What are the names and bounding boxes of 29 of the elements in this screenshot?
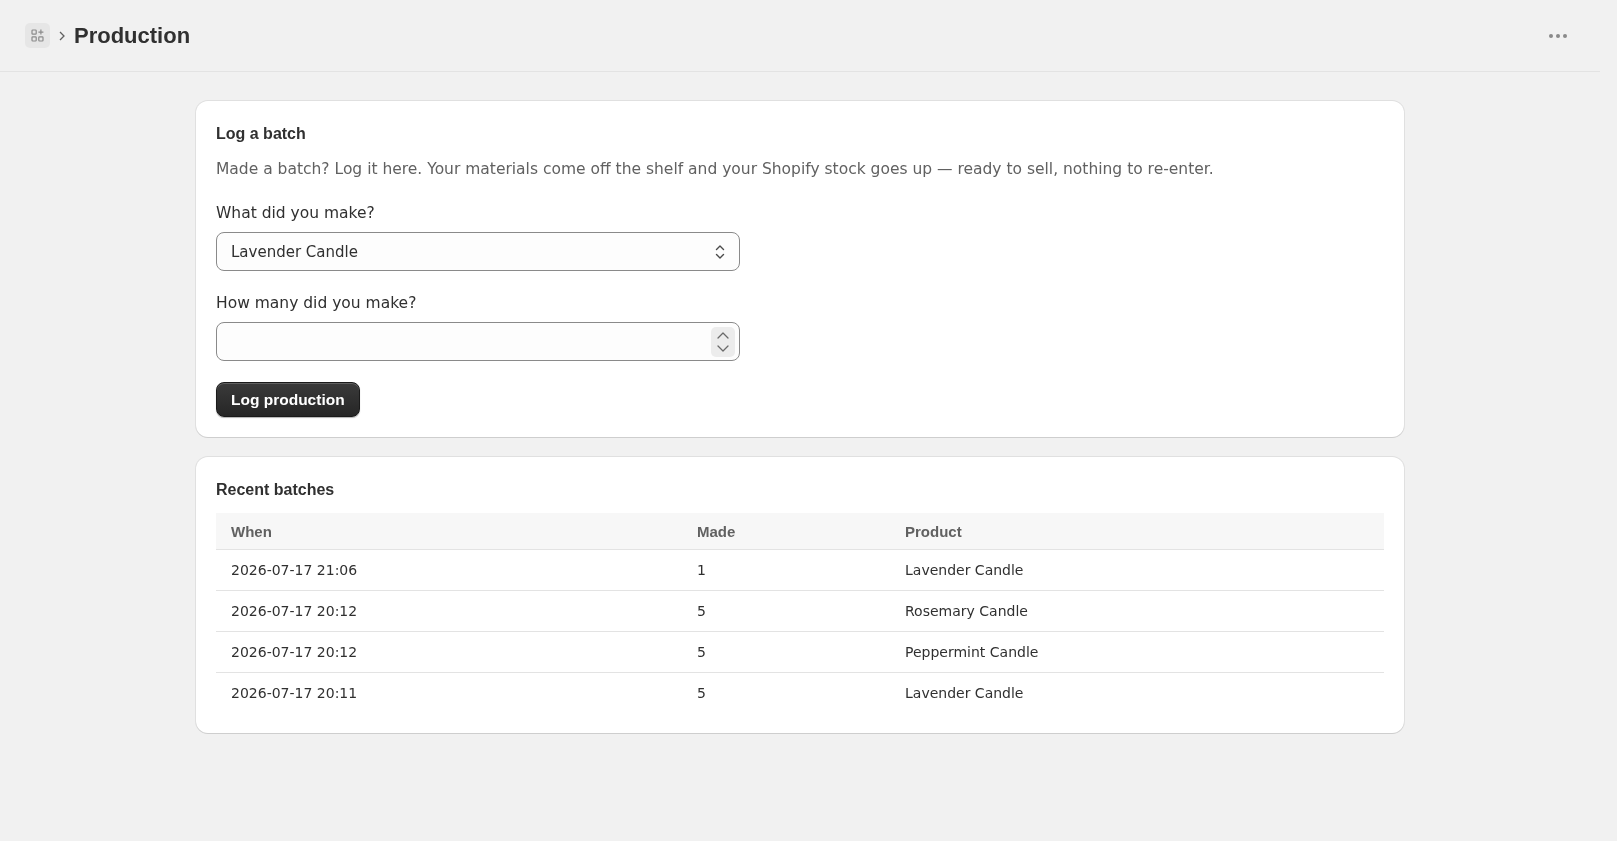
table-cell-text: Peppermint Candle	[904, 644, 1040, 660]
table-cell-text: Lavender Candle	[904, 562, 1025, 578]
card-description: Made a batch? Log it here. Your materials come off the shelf and your Shopify stock goes up — ready to sell, nothing to re-enter.	[216, 159, 1215, 180]
chevron-updown-icon	[715, 243, 725, 260]
field-label: How many did you make?	[216, 293, 418, 314]
column-header: When	[230, 522, 273, 540]
more-icon[interactable]	[1549, 33, 1567, 38]
select-field[interactable]: Lavender Candle	[216, 232, 740, 271]
table-cell-text: 5	[696, 644, 707, 660]
table-cell-text: 2026-07-17 21:06	[230, 562, 359, 578]
column-header: Made	[696, 522, 737, 540]
table-cell-text: 2026-07-17 20:12	[230, 603, 359, 619]
page-title: Production	[74, 21, 191, 50]
stepper-icon[interactable]	[711, 326, 735, 357]
number-input-field[interactable]	[216, 322, 740, 361]
table-cell-text: Lavender Candle	[904, 685, 1025, 701]
table-cell-text: 2026-07-17 20:11	[230, 685, 359, 701]
card-title: Recent batches	[216, 480, 336, 500]
grid-plus-icon[interactable]	[25, 23, 50, 48]
table-cell-text: 1	[696, 562, 707, 578]
field-label: What did you make?	[216, 203, 376, 224]
table-cell-text: 5	[696, 685, 707, 701]
log-production-button[interactable]: Log production	[216, 382, 360, 417]
chevron-right-icon	[59, 30, 65, 41]
table-cell-text: Rosemary Candle	[904, 603, 1029, 619]
column-header: Product	[904, 522, 963, 540]
table-cell-text: 2026-07-17 20:12	[230, 644, 359, 660]
table-cell-text: 5	[696, 603, 707, 619]
card-title: Log a batch	[216, 124, 307, 144]
